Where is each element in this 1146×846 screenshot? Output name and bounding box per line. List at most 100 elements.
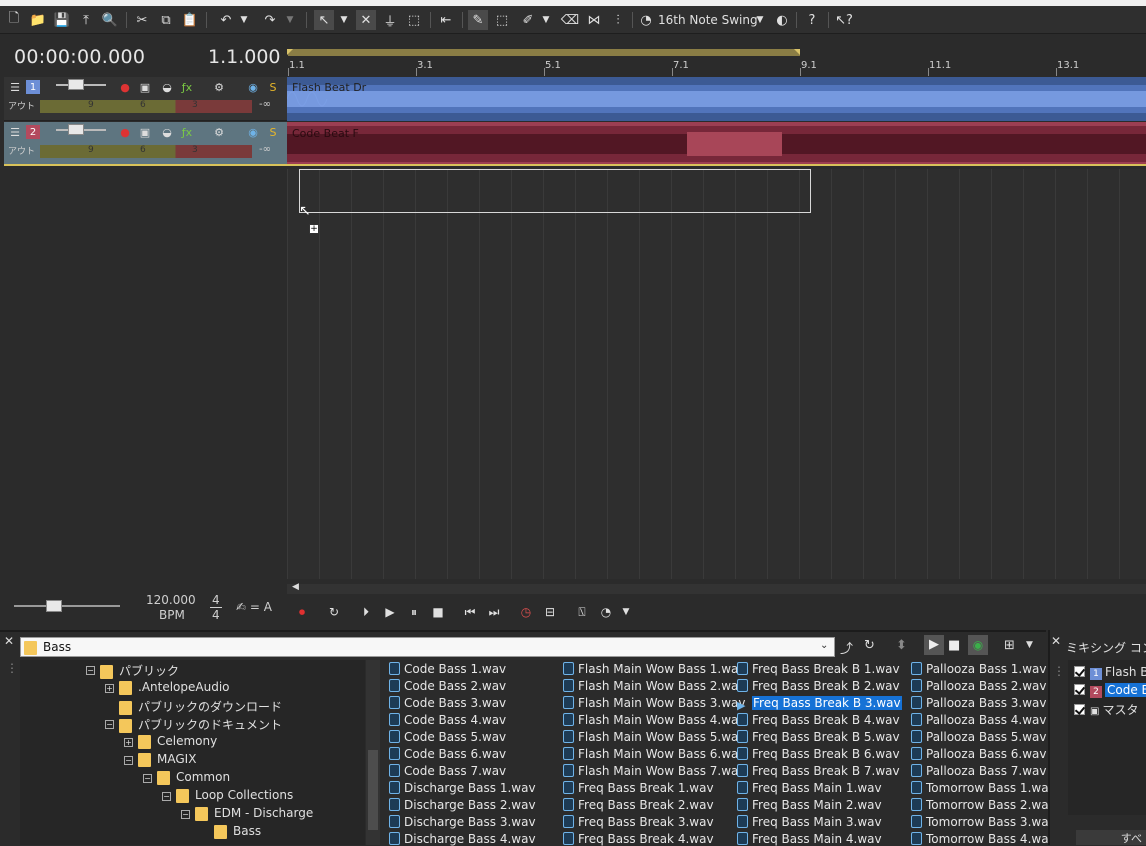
- file-item[interactable]: Tomorrow Bass 2.wav: [911, 798, 1056, 812]
- pencil-icon[interactable]: ✎: [468, 10, 488, 30]
- paint-dropdown-icon[interactable]: ▼: [540, 10, 552, 30]
- snap-icon[interactable]: ⇤: [436, 10, 456, 30]
- mixer-bottom-button[interactable]: すべ: [1076, 830, 1146, 845]
- file-item[interactable]: Tomorrow Bass 4.wav: [911, 832, 1056, 846]
- record-icon[interactable]: ⏺: [294, 604, 310, 620]
- file-item[interactable]: Code Bass 7.wav: [389, 764, 506, 778]
- mute-icon[interactable]: ▣: [138, 125, 152, 139]
- bpm-value[interactable]: 120.000: [146, 593, 196, 607]
- file-item[interactable]: Code Bass 5.wav: [389, 730, 506, 744]
- collapse-toggle-icon[interactable]: −: [124, 756, 133, 765]
- go-to-start-icon[interactable]: ⏮: [462, 604, 478, 620]
- solo-icon[interactable]: ◒: [160, 80, 174, 94]
- pause-icon[interactable]: ⏸: [406, 604, 422, 620]
- file-item[interactable]: Flash Main Wow Bass 4.wav: [563, 713, 745, 727]
- mixer-grip-icon[interactable]: ⋮: [1053, 664, 1065, 678]
- file-item[interactable]: Pallooza Bass 1.wav: [911, 662, 1047, 676]
- solo-icon[interactable]: ◒: [160, 125, 174, 139]
- track-lane-1[interactable]: [286, 77, 1146, 121]
- file-item[interactable]: Pallooza Bass 2.wav: [911, 679, 1047, 693]
- checkbox-icon[interactable]: [1074, 666, 1085, 677]
- file-item[interactable]: Code Bass 1.wav: [389, 662, 506, 676]
- copy-icon[interactable]: ⧉: [156, 10, 176, 30]
- swing-apply-icon[interactable]: ◐: [772, 10, 792, 30]
- checkbox-icon[interactable]: [1074, 684, 1085, 695]
- edit-tool-dropdown-icon[interactable]: ▼: [338, 10, 350, 30]
- file-item[interactable]: Freq Bass Break 3.wav: [563, 815, 714, 829]
- file-item[interactable]: Flash Main Wow Bass 3.wav: [563, 696, 745, 710]
- scroll-left-icon[interactable]: ◀: [292, 582, 299, 592]
- tree-item[interactable]: パブリック: [100, 662, 179, 679]
- properties-icon[interactable]: 🔍: [100, 10, 120, 30]
- file-item[interactable]: Tomorrow Bass 1.wav: [911, 781, 1056, 795]
- preview-play-icon[interactable]: ▶: [924, 635, 944, 655]
- volume-fader-knob[interactable]: [68, 124, 84, 135]
- redo-dropdown-icon[interactable]: ▼: [284, 10, 296, 30]
- collapse-toggle-icon[interactable]: −: [143, 774, 152, 783]
- save-icon[interactable]: 💾: [52, 10, 72, 30]
- volume-fader-knob[interactable]: [68, 79, 84, 90]
- track-header-2[interactable]: ☰ 2 ● ▣ ◒ ƒx ⚙ ◉ S アウト 9 6 3 -∞: [4, 122, 287, 166]
- file-item[interactable]: Freq Bass Break 4.wav: [563, 832, 714, 846]
- path-input[interactable]: [20, 637, 835, 657]
- timeline-empty-area[interactable]: [287, 169, 1146, 579]
- collapse-toggle-icon[interactable]: −: [105, 720, 114, 729]
- track-list-empty-area[interactable]: [0, 169, 287, 579]
- settings-icon[interactable]: S: [266, 125, 280, 139]
- mixer-item-track-2[interactable]: 2 Code B: [1074, 683, 1146, 698]
- file-item[interactable]: Flash Main Wow Bass 5.wav: [563, 730, 745, 744]
- view-options-icon[interactable]: ⊞: [1004, 638, 1015, 653]
- file-item[interactable]: Flash Main Wow Bass 1.wav: [563, 662, 745, 676]
- tree-item[interactable]: パブリックのダウンロード: [119, 698, 282, 715]
- tree-item[interactable]: Celemony: [138, 734, 217, 749]
- loop-playback-icon[interactable]: ↻: [326, 604, 342, 620]
- file-item[interactable]: ▶ Freq Bass Break B 3.wav: [737, 696, 902, 712]
- file-item[interactable]: Code Bass 4.wav: [389, 713, 506, 727]
- file-item[interactable]: Freq Bass Break B 1.wav: [737, 662, 900, 676]
- close-mixer-icon[interactable]: ✕: [1051, 634, 1061, 648]
- preview-stop-icon[interactable]: ■: [948, 638, 960, 653]
- mute-icon[interactable]: ▣: [138, 80, 152, 94]
- redo-icon[interactable]: ↷: [260, 10, 280, 30]
- arm-record-icon[interactable]: ●: [118, 125, 132, 139]
- tree-item[interactable]: EDM - Discharge: [195, 806, 313, 821]
- open-folder-icon[interactable]: 📁: [28, 10, 48, 30]
- selection-tool-icon[interactable]: ⬚: [404, 10, 424, 30]
- track-header-1[interactable]: ☰ 1 ● ▣ ◒ ƒx ⚙ ◉ S アウト 9 6 3 -∞: [4, 77, 287, 121]
- punch-icon[interactable]: ⍂: [574, 604, 590, 620]
- metronome-icon[interactable]: ◷: [518, 604, 534, 620]
- checkbox-icon[interactable]: [1074, 704, 1085, 715]
- track-expand-icon[interactable]: ☰: [8, 80, 22, 94]
- eraser-icon[interactable]: ⌫: [560, 10, 580, 30]
- add-to-project-icon[interactable]: ⬍: [896, 638, 907, 653]
- file-item[interactable]: Freq Bass Main 2.wav: [737, 798, 882, 812]
- auto-preview-icon[interactable]: ◉: [968, 635, 988, 655]
- paste-icon[interactable]: 📋: [180, 10, 200, 30]
- file-item[interactable]: Pallooza Bass 6.wav: [911, 747, 1047, 761]
- cut-icon[interactable]: ✂: [132, 10, 152, 30]
- file-item[interactable]: Discharge Bass 1.wav: [389, 781, 536, 795]
- expand-toggle-icon[interactable]: +: [124, 738, 133, 747]
- play-icon[interactable]: ▶: [382, 604, 398, 620]
- clip-name-track-1[interactable]: Flash Beat Dr: [292, 81, 366, 94]
- time-signature-denominator[interactable]: 4: [212, 608, 220, 622]
- undo-dropdown-icon[interactable]: ▼: [238, 10, 250, 30]
- refresh-icon[interactable]: ↻: [864, 638, 875, 653]
- file-item[interactable]: Freq Bass Break 1.wav: [563, 781, 714, 795]
- tempo-mode[interactable]: ✍ = A: [236, 600, 272, 614]
- clip-name-track-2[interactable]: Code Beat F: [292, 127, 359, 140]
- file-item[interactable]: Pallooza Bass 5.wav: [911, 730, 1047, 744]
- file-item[interactable]: Flash Main Wow Bass 6.wav: [563, 747, 745, 761]
- file-item[interactable]: Flash Main Wow Bass 2.wav: [563, 679, 745, 693]
- file-item[interactable]: Code Bass 6.wav: [389, 747, 506, 761]
- view-dropdown-icon[interactable]: ▼: [1026, 640, 1033, 650]
- marker-icon[interactable]: ◔: [598, 604, 614, 620]
- loop-end-marker[interactable]: [794, 49, 800, 55]
- track-lane-2[interactable]: [287, 122, 1146, 166]
- file-item[interactable]: Flash Main Wow Bass 7.wav: [563, 764, 745, 778]
- arm-record-icon[interactable]: ●: [118, 80, 132, 94]
- swing-icon[interactable]: ◔: [636, 10, 656, 30]
- fx-icon[interactable]: ƒx: [180, 125, 194, 139]
- loop-start-marker[interactable]: [287, 49, 293, 55]
- file-item[interactable]: Discharge Bass 4.wav: [389, 832, 536, 846]
